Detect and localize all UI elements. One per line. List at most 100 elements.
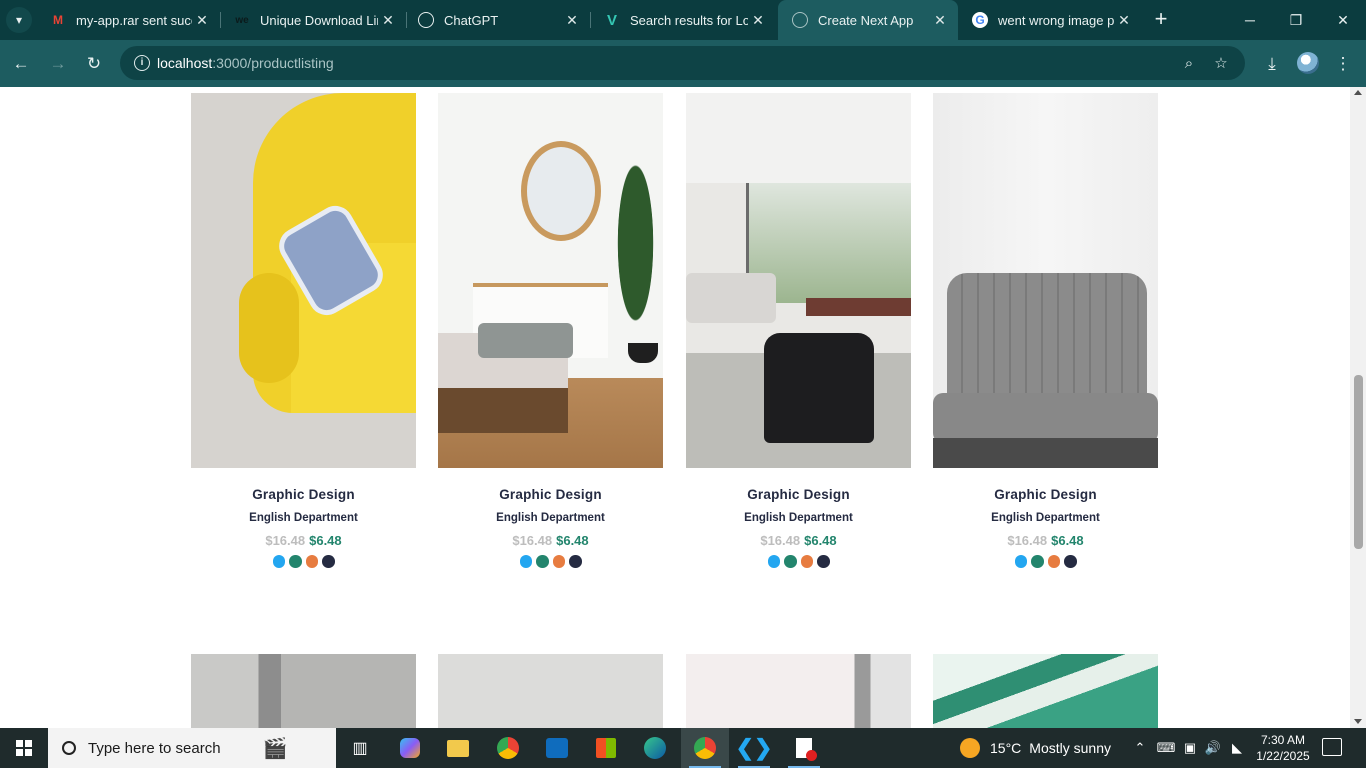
product-card[interactable]: Graphic Design English Department $16.48…	[191, 93, 416, 568]
color-swatch-orange[interactable]	[1047, 555, 1060, 568]
notification-icon[interactable]	[1322, 738, 1342, 756]
color-swatch-navy[interactable]	[817, 555, 830, 568]
url-text[interactable]: localhost:3000/productlisting	[157, 55, 334, 71]
tab-create-next-app[interactable]: Create Next App ✕	[778, 0, 958, 40]
chrome-active-button[interactable]	[681, 728, 729, 768]
start-button[interactable]	[0, 728, 48, 768]
close-icon[interactable]: ✕	[1114, 12, 1134, 29]
product-title[interactable]: Graphic Design	[686, 487, 911, 502]
back-button[interactable]: ←	[7, 50, 35, 78]
product-card[interactable]: Graphic Design English Department $16.48…	[438, 93, 663, 568]
new-tab-button[interactable]: +	[1150, 8, 1172, 30]
keyboard-icon: ⌨	[1156, 740, 1176, 755]
address-bar[interactable]: i localhost:3000/productlisting ⌕ ☆	[120, 46, 1245, 80]
product-image[interactable]	[686, 654, 911, 728]
product-image-yellow-armchair[interactable]	[191, 93, 416, 468]
volume-button[interactable]: 🔊	[1202, 728, 1224, 768]
zoom-icon[interactable]: ⌕	[1178, 52, 1200, 74]
input-indicator[interactable]: ⌨	[1155, 728, 1177, 768]
file-explorer-button[interactable]	[434, 728, 482, 768]
wetransfer-icon: we	[235, 14, 249, 26]
product-image[interactable]	[933, 654, 1158, 728]
close-icon[interactable]: ✕	[378, 12, 398, 29]
product-card[interactable]: Graphic Design English Department $16.48…	[933, 93, 1158, 568]
product-title[interactable]: Graphic Design	[191, 487, 416, 502]
network-button[interactable]: ◣	[1226, 728, 1248, 768]
forward-button[interactable]: →	[44, 50, 72, 78]
clock-date: 1/22/2025	[1256, 749, 1310, 763]
color-swatch-orange[interactable]	[552, 555, 565, 568]
taskbar-clock[interactable]: 7:30 AM 1/22/2025	[1248, 732, 1318, 764]
color-swatch-blue[interactable]	[519, 555, 532, 568]
color-swatch-orange[interactable]	[305, 555, 318, 568]
color-swatches	[191, 555, 416, 568]
color-swatch-navy[interactable]	[322, 555, 335, 568]
close-window-button[interactable]: ✕	[1320, 0, 1366, 40]
product-image-grey-sofa[interactable]	[933, 93, 1158, 468]
color-swatch-navy[interactable]	[1064, 555, 1077, 568]
tab-wetransfer[interactable]: we Unique Download Link ✕	[220, 0, 406, 40]
product-title[interactable]: Graphic Design	[933, 487, 1158, 502]
downloads-button[interactable]: ⤓	[1258, 50, 1286, 78]
bookmark-star-icon[interactable]: ☆	[1210, 52, 1232, 74]
weather-condition: Mostly sunny	[1029, 740, 1111, 756]
weather-widget[interactable]: 15°C Mostly sunny	[960, 728, 1111, 768]
tab-google[interactable]: G went wrong image preview ✕	[958, 0, 1142, 40]
sun-icon	[960, 738, 980, 758]
product-department: English Department	[496, 512, 605, 524]
outlook-button[interactable]	[533, 728, 581, 768]
tab-chatgpt[interactable]: ChatGPT ✕	[404, 0, 590, 40]
product-image[interactable]	[191, 654, 416, 728]
tab-gmail[interactable]: M my-app.rar sent successfully ✕	[36, 0, 220, 40]
color-swatches	[933, 555, 1158, 568]
taskbar-search[interactable]: Type here to search 🎬	[48, 728, 336, 768]
scroll-up-arrow[interactable]	[1354, 90, 1362, 95]
tab-title: Search results for Logo	[630, 12, 748, 28]
product-card[interactable]: Graphic Design English Department $16.48…	[686, 93, 911, 568]
color-swatch-green[interactable]	[1031, 555, 1044, 568]
color-swatch-navy[interactable]	[569, 555, 582, 568]
sale-price: $6.48	[1051, 533, 1084, 548]
minimize-button[interactable]: ─	[1227, 0, 1273, 40]
microsoft-store-button[interactable]	[582, 728, 630, 768]
close-icon[interactable]: ✕	[930, 12, 950, 29]
color-swatch-green[interactable]	[536, 555, 549, 568]
page-scrollbar[interactable]	[1350, 87, 1366, 728]
pdf-app-button[interactable]	[780, 728, 828, 768]
product-listing-page: Graphic Design English Department $16.48…	[0, 87, 1350, 728]
tab-search-button[interactable]: ▾	[6, 7, 32, 33]
chrome-button[interactable]	[484, 728, 532, 768]
copilot-button[interactable]	[386, 728, 434, 768]
product-card[interactable]	[686, 654, 911, 728]
color-swatch-blue[interactable]	[1014, 555, 1027, 568]
vscode-button[interactable]: ❮❯	[730, 728, 778, 768]
scroll-thumb[interactable]	[1354, 375, 1363, 549]
color-swatch-orange[interactable]	[800, 555, 813, 568]
color-swatch-green[interactable]	[784, 555, 797, 568]
sale-price: $6.48	[309, 533, 342, 548]
product-card[interactable]	[191, 654, 416, 728]
task-view-button[interactable]: ▥	[336, 728, 384, 768]
close-icon[interactable]: ✕	[748, 12, 768, 29]
show-hidden-icons-button[interactable]: ⌃	[1130, 728, 1150, 768]
product-title[interactable]: Graphic Design	[438, 487, 663, 502]
product-image-bedroom-mirror[interactable]	[438, 93, 663, 468]
color-swatch-green[interactable]	[289, 555, 302, 568]
color-swatch-blue[interactable]	[272, 555, 285, 568]
product-image-living-room-black-chair[interactable]	[686, 93, 911, 468]
menu-button[interactable]: ⋮	[1329, 50, 1357, 78]
site-info-icon[interactable]: i	[134, 55, 150, 71]
edge-button[interactable]	[631, 728, 679, 768]
product-card[interactable]	[438, 654, 663, 728]
close-icon[interactable]: ✕	[192, 12, 212, 29]
tab-vecteezy[interactable]: V Search results for Logo ✕	[590, 0, 776, 40]
close-icon[interactable]: ✕	[562, 12, 582, 29]
scroll-down-arrow[interactable]	[1354, 719, 1362, 724]
meet-now-button[interactable]: ▣	[1180, 728, 1200, 768]
color-swatch-blue[interactable]	[767, 555, 780, 568]
reload-button[interactable]: ↻	[80, 50, 108, 78]
restore-button[interactable]: ❐	[1273, 0, 1319, 40]
product-image[interactable]	[438, 654, 663, 728]
product-card[interactable]	[933, 654, 1158, 728]
profile-avatar[interactable]	[1297, 52, 1319, 74]
